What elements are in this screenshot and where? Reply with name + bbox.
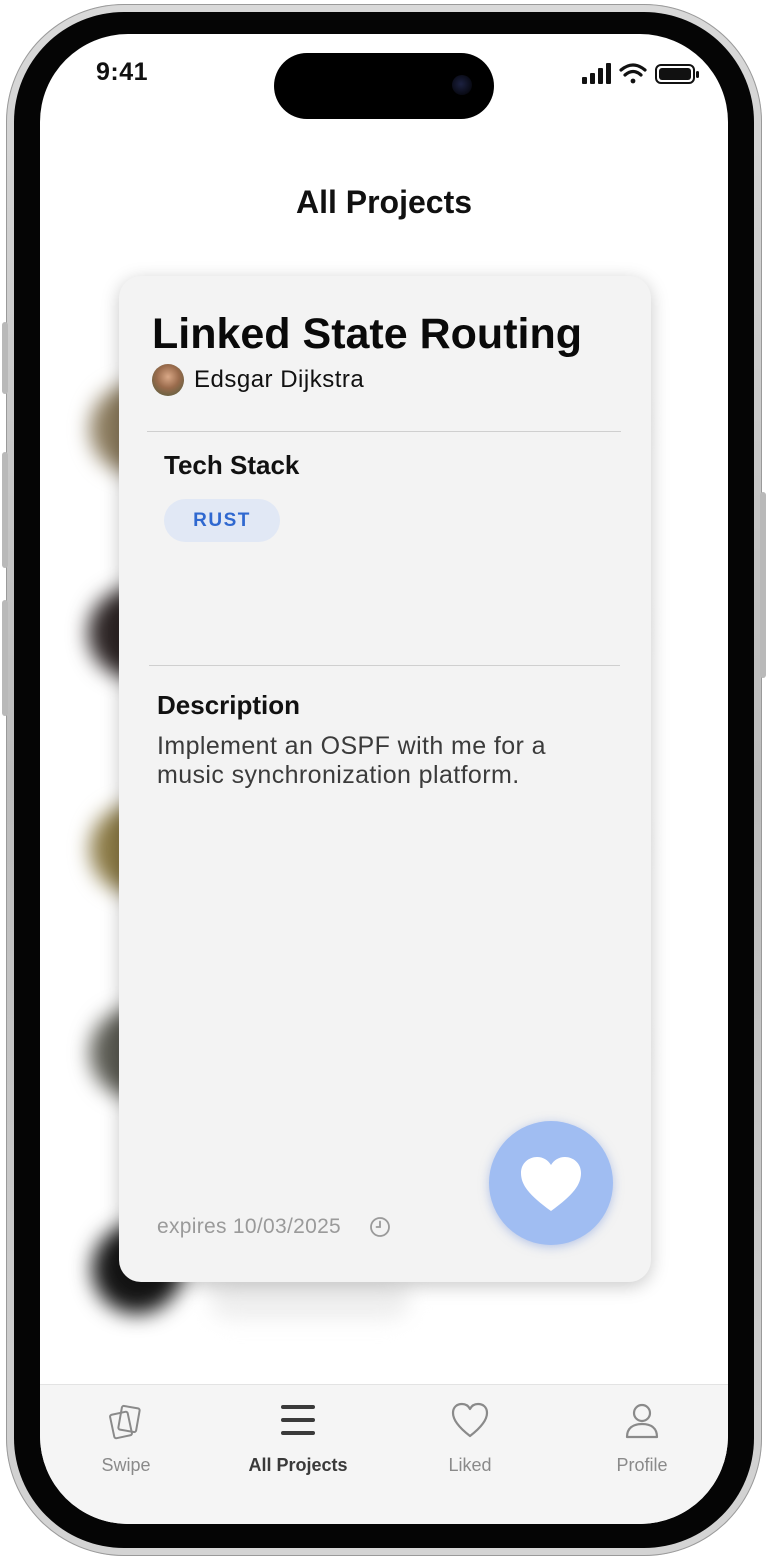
list-icon xyxy=(281,1405,315,1435)
blurred-row xyxy=(210,1279,410,1319)
screen: 9:41 All Projects Linked State Routing E… xyxy=(40,34,728,1524)
tab-label: All Projects xyxy=(248,1455,348,1475)
like-button[interactable] xyxy=(489,1121,613,1245)
tech-tag: RUST xyxy=(164,499,280,542)
tab-all-projects[interactable]: All Projects xyxy=(212,1385,384,1495)
clock-icon xyxy=(370,1217,390,1237)
tab-bar: Swipe All Projects Liked Profile xyxy=(40,1384,728,1524)
project-title: Linked State Routing xyxy=(152,310,582,358)
project-card[interactable]: Linked State Routing Edsgar Dijkstra Tec… xyxy=(119,276,651,1282)
volume-up-button xyxy=(2,452,8,568)
divider xyxy=(149,665,620,666)
heart-icon xyxy=(521,1157,581,1211)
volume-down-button xyxy=(2,600,8,716)
action-button xyxy=(2,322,8,394)
tab-swipe[interactable]: Swipe xyxy=(40,1385,212,1495)
cards-icon xyxy=(109,1404,141,1440)
heart-outline-icon xyxy=(451,1402,489,1438)
author-name: Edsgar Dijkstra xyxy=(194,366,365,393)
divider xyxy=(147,431,621,432)
project-description: Implement an OSPF with me for a music sy… xyxy=(157,732,546,789)
tab-label: Liked xyxy=(448,1455,492,1475)
author-avatar xyxy=(152,364,184,396)
tab-liked[interactable]: Liked xyxy=(384,1385,556,1495)
tab-label: Profile xyxy=(616,1455,668,1475)
power-button xyxy=(760,492,766,678)
expiry-date: expires 10/03/2025 xyxy=(157,1215,342,1238)
tab-profile[interactable]: Profile xyxy=(556,1385,728,1495)
tab-label: Swipe xyxy=(101,1455,151,1475)
tech-stack-heading: Tech Stack xyxy=(164,450,300,480)
person-icon xyxy=(625,1403,659,1439)
description-heading: Description xyxy=(157,690,301,720)
